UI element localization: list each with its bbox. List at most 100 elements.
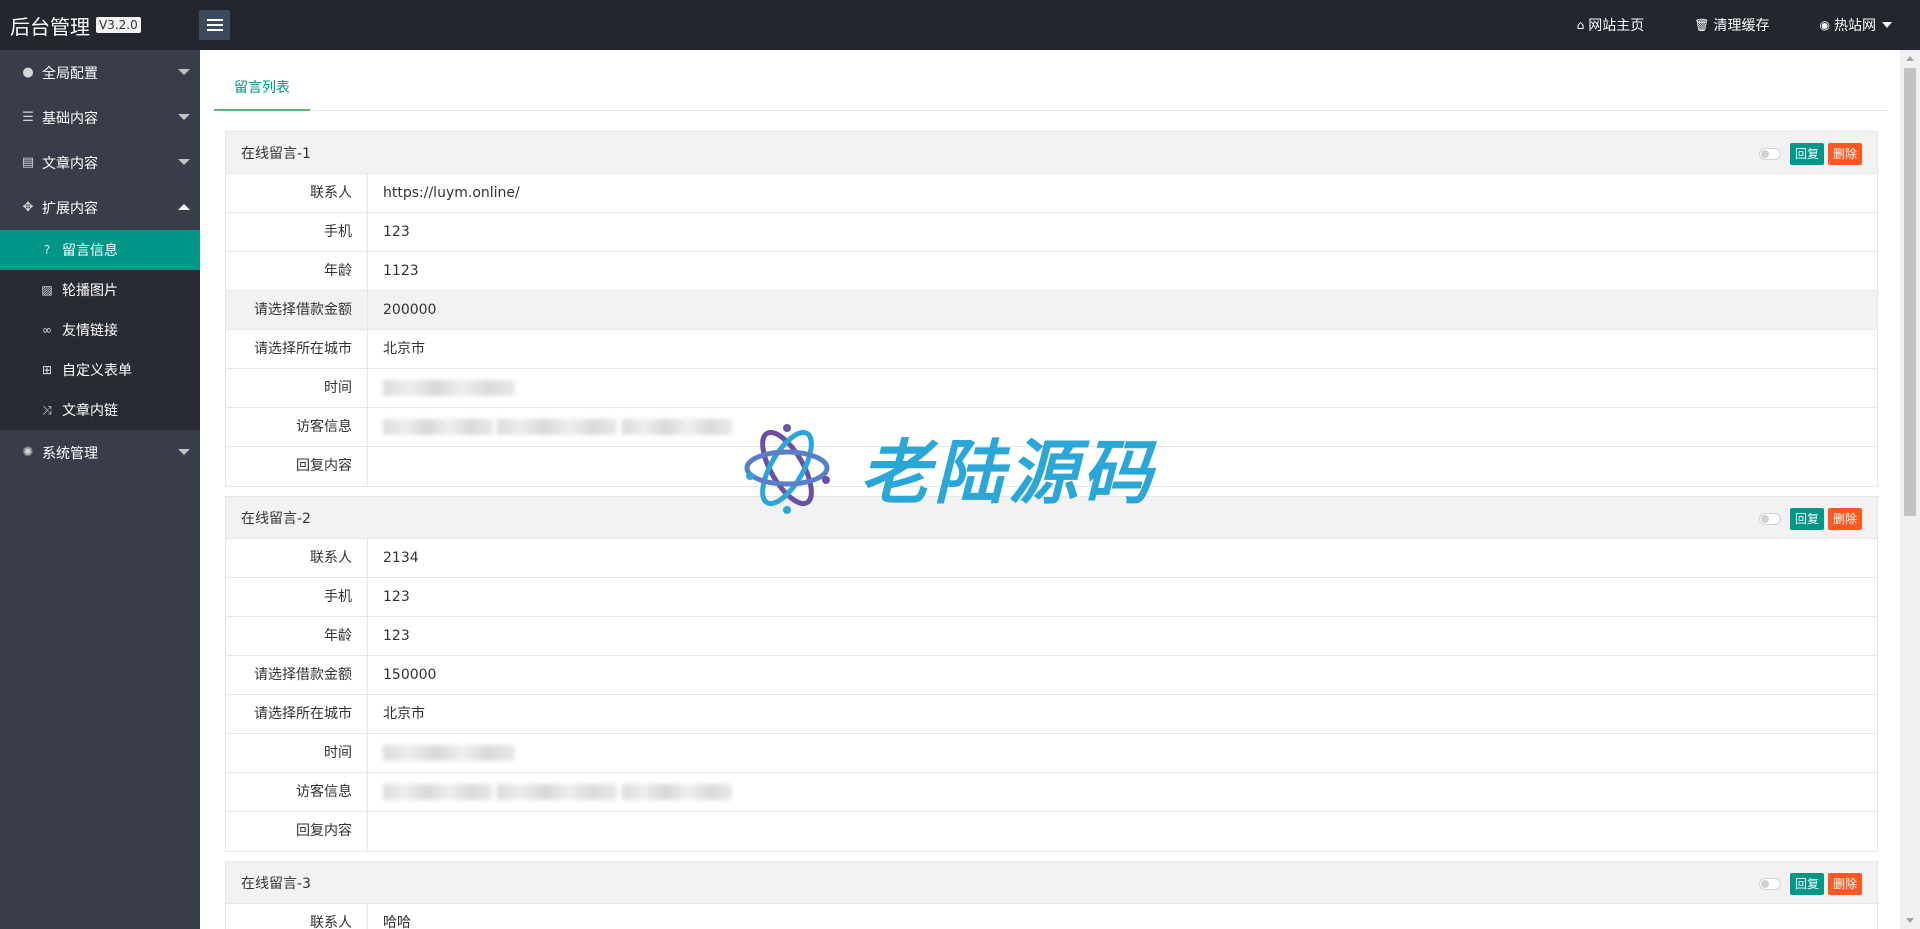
- message-actions: 回复 删除: [1758, 508, 1862, 530]
- sidebar-item-label: 自定义表单: [62, 363, 132, 379]
- status-toggle[interactable]: [1758, 878, 1781, 890]
- sidebar-item-article-content[interactable]: ▤ 文章内容: [0, 140, 200, 185]
- row-value: 123: [383, 224, 410, 240]
- atom-logo-icon: [744, 423, 830, 514]
- row-label: 请选择借款金额: [226, 656, 368, 694]
- scroll-down-icon[interactable]: [1906, 918, 1914, 923]
- tab-message-list[interactable]: 留言列表: [214, 66, 310, 111]
- home-link[interactable]: ⌂ 网站主页: [1577, 15, 1645, 35]
- sidebar-item-label: 全局配置: [42, 65, 98, 82]
- redacted-block: [383, 784, 493, 800]
- sidebar-item-messages[interactable]: ? 留言信息: [0, 230, 200, 270]
- redacted-block: [383, 745, 515, 761]
- file-icon: ▤: [21, 155, 35, 170]
- logo[interactable]: 后台管理 V3.2.0: [10, 0, 141, 50]
- expand-icon: ✥: [22, 200, 34, 215]
- sidebar-item-friend-links[interactable]: ∞ 友情链接: [0, 310, 200, 350]
- home-link-label: 网站主页: [1588, 18, 1645, 34]
- redacted-block: [621, 419, 732, 435]
- image-icon: ▨: [41, 283, 53, 297]
- row-label: 访客信息: [226, 408, 368, 446]
- scroll-thumb[interactable]: [1904, 68, 1916, 516]
- status-toggle[interactable]: [1758, 513, 1781, 525]
- row-label: 请选择所在城市: [226, 695, 368, 733]
- table-row: 回复内容: [226, 812, 1877, 851]
- delete-button[interactable]: 删除: [1827, 143, 1862, 165]
- reply-button[interactable]: 回复: [1789, 508, 1824, 530]
- sidebar-item-label: 扩展内容: [42, 200, 98, 217]
- hamburger-icon: [206, 19, 223, 21]
- sidebar-item-label: 基础内容: [42, 110, 98, 127]
- table-row: 手机 123: [226, 213, 1877, 252]
- row-label: 手机: [226, 213, 368, 251]
- redacted-block: [497, 419, 618, 435]
- delete-button[interactable]: 删除: [1827, 873, 1862, 895]
- scroll-up-icon[interactable]: [1906, 56, 1914, 61]
- user-name: 热站网: [1834, 18, 1876, 34]
- table-row: 请选择所在城市 北京市: [226, 330, 1877, 369]
- sidebar-item-label: 文章内链: [62, 403, 118, 419]
- row-value: 123: [383, 628, 410, 644]
- row-value: 150000: [383, 667, 437, 683]
- row-label: 请选择所在城市: [226, 330, 368, 368]
- sidebar-item-global-config[interactable]: ● 全局配置: [0, 50, 200, 95]
- sidebar-item-basic-content[interactable]: ☰ 基础内容: [0, 95, 200, 140]
- reply-button[interactable]: 回复: [1789, 143, 1824, 165]
- redacted-visitor-info: [368, 773, 1877, 811]
- message-actions: 回复 删除: [1758, 873, 1862, 895]
- table-row: 请选择所在城市 北京市: [226, 695, 1877, 734]
- top-header: 后台管理 V3.2.0 ⌂ 网站主页 🗑 清理缓存 ◉ 热站网: [0, 0, 1920, 50]
- row-label: 访客信息: [226, 773, 368, 811]
- version-badge: V3.2.0: [96, 17, 141, 33]
- sidebar-item-extended-content[interactable]: ✥ 扩展内容: [0, 185, 200, 230]
- chevron-down-icon: [178, 159, 190, 165]
- sidebar-item-label: 留言信息: [62, 243, 118, 259]
- cog-icon: ✺: [22, 445, 34, 460]
- sidebar-submenu: ? 留言信息 ▨ 轮播图片 ∞ 友情链接 ⊞ 自定义表单 ⤨ 文章内链: [0, 230, 200, 430]
- row-label: 回复内容: [226, 447, 368, 486]
- table-row: 手机 123: [226, 578, 1877, 617]
- random-icon: ⤨: [42, 402, 52, 417]
- question-icon: ?: [43, 243, 51, 257]
- sidebar-item-system[interactable]: ✺ 系统管理: [0, 430, 200, 475]
- row-value: 1123: [383, 263, 419, 279]
- table-row: 访客信息: [226, 773, 1877, 812]
- delete-button[interactable]: 删除: [1827, 508, 1862, 530]
- row-label: 联系人: [226, 904, 368, 929]
- trash-icon: 🗑: [1694, 18, 1710, 32]
- sidebar-item-custom-form[interactable]: ⊞ 自定义表单: [0, 350, 200, 390]
- redacted-time: [368, 734, 1877, 772]
- table-row: 请选择借款金额 150000: [226, 656, 1877, 695]
- status-toggle[interactable]: [1758, 148, 1781, 160]
- sidebar-item-internal-links[interactable]: ⤨ 文章内链: [0, 390, 200, 430]
- row-value: [368, 812, 1877, 851]
- table-row: 年龄 123: [226, 617, 1877, 656]
- table-row: 联系人 哈哈: [226, 904, 1877, 929]
- header-links: ⌂ 网站主页 🗑 清理缓存 ◉ 热站网: [1527, 0, 1892, 50]
- row-value: 200000: [383, 302, 437, 318]
- watermark-text: 老陆源码: [860, 432, 1156, 514]
- sidebar-item-carousel[interactable]: ▨ 轮播图片: [0, 270, 200, 310]
- row-value: 北京市: [383, 341, 425, 357]
- table-row: 时间: [226, 734, 1877, 773]
- sidebar-item-label: 系统管理: [42, 445, 98, 462]
- chevron-down-icon: [178, 449, 190, 455]
- sidebar-item-label: 轮播图片: [62, 283, 118, 299]
- tab-bar: 留言列表: [214, 66, 1887, 111]
- sidebar: ● 全局配置 ☰ 基础内容 ▤ 文章内容 ✥ 扩展内容 ? 留言信息 ▨ 轮播图…: [0, 50, 200, 929]
- row-value: https://luym.online/: [383, 185, 520, 201]
- menu-toggle-button[interactable]: [199, 10, 230, 40]
- reply-button[interactable]: 回复: [1789, 873, 1824, 895]
- row-value: 123: [383, 589, 410, 605]
- user-menu[interactable]: ◉ 热站网: [1820, 15, 1892, 35]
- row-value: 北京市: [383, 706, 425, 722]
- redacted-block: [383, 419, 493, 435]
- redacted-block: [621, 784, 732, 800]
- row-label: 联系人: [226, 174, 368, 212]
- row-label: 请选择借款金额: [226, 291, 368, 329]
- table-row: 联系人 2134: [226, 539, 1877, 578]
- table-row: 年龄 1123: [226, 252, 1877, 291]
- redacted-time: [368, 369, 1877, 407]
- page-scrollbar[interactable]: [1900, 50, 1920, 929]
- clear-cache-link[interactable]: 🗑 清理缓存: [1694, 15, 1769, 35]
